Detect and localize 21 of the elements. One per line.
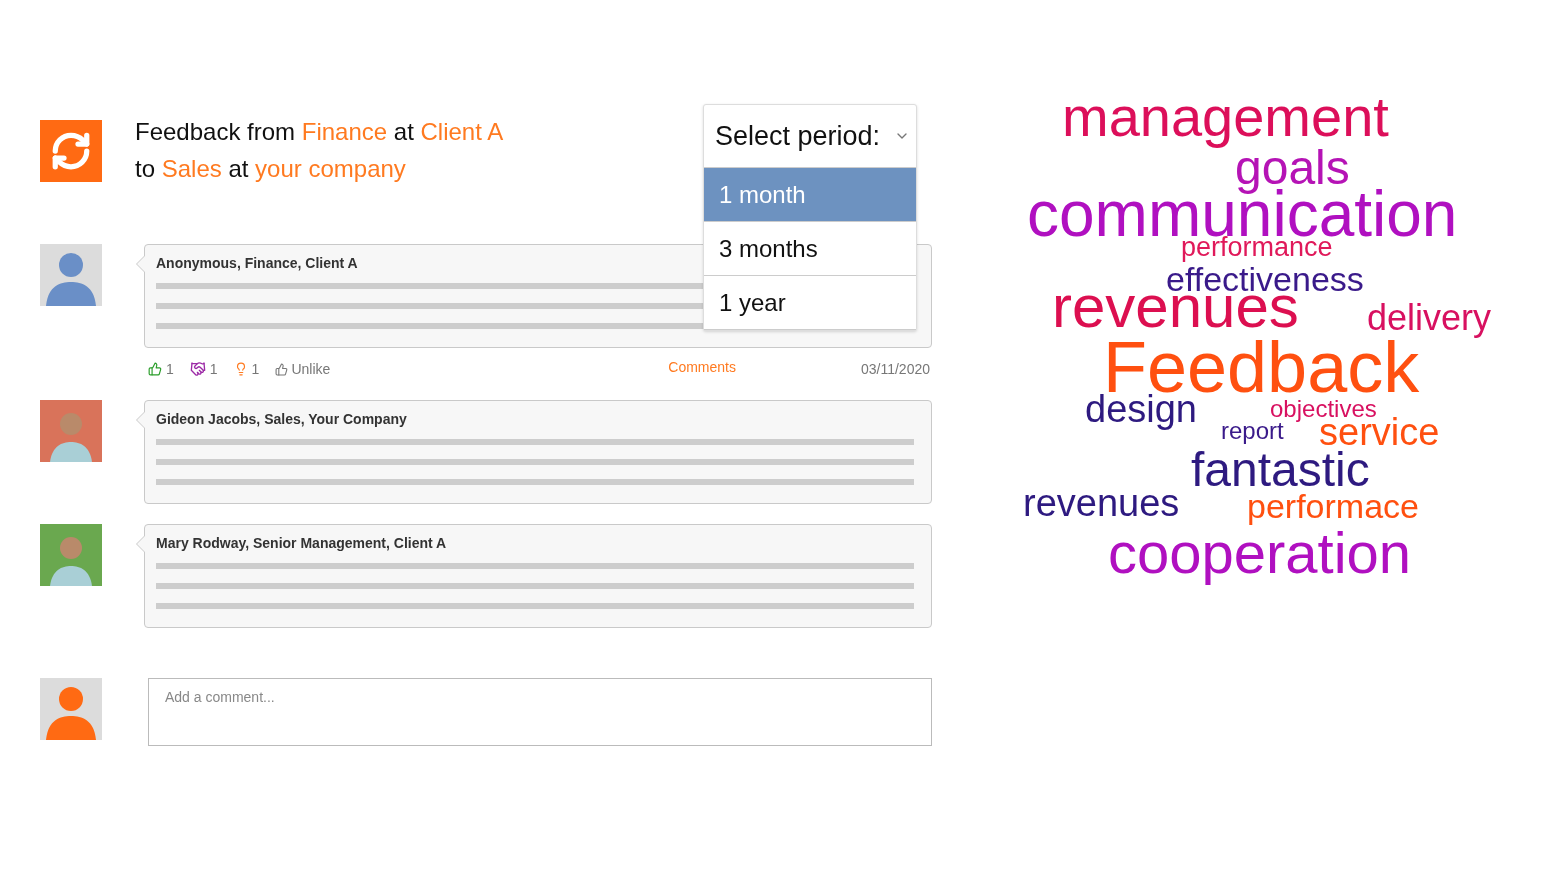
thumbs-up-icon[interactable] [148, 362, 162, 376]
handshake-icon[interactable] [189, 361, 206, 377]
comment-date: 03/11/2020 [860, 361, 930, 377]
period-option[interactable]: 1 year [704, 276, 916, 330]
word-cloud-word: report [1221, 418, 1284, 443]
comment-author: Mary Rodway, Senior Management, Client A [156, 535, 448, 551]
refresh-icon [50, 130, 92, 172]
reaction-count: 1 [251, 361, 260, 377]
reaction-count: 1 [166, 361, 174, 377]
feedback-heading-line: Feedback from Finance at Client A [135, 117, 504, 146]
comment-author: Anonymous, Finance, Client A [156, 255, 359, 271]
word-cloud-word: management [1062, 89, 1389, 146]
word-cloud-word: revenues [1023, 483, 1180, 522]
comment-input-field[interactable]: Add a comment... [148, 678, 932, 746]
word-cloud-word: delivery [1367, 300, 1492, 337]
unlike-link[interactable]: Unlike [275, 361, 331, 377]
thumbs-up-icon [275, 362, 289, 376]
feedback-heading-line: to Sales at your company [135, 154, 407, 183]
period-option[interactable]: 3 months [704, 222, 916, 276]
reaction-count: 1 [209, 361, 218, 377]
comment-author: Gideon Jacobs, Sales, Your Company [156, 411, 408, 427]
